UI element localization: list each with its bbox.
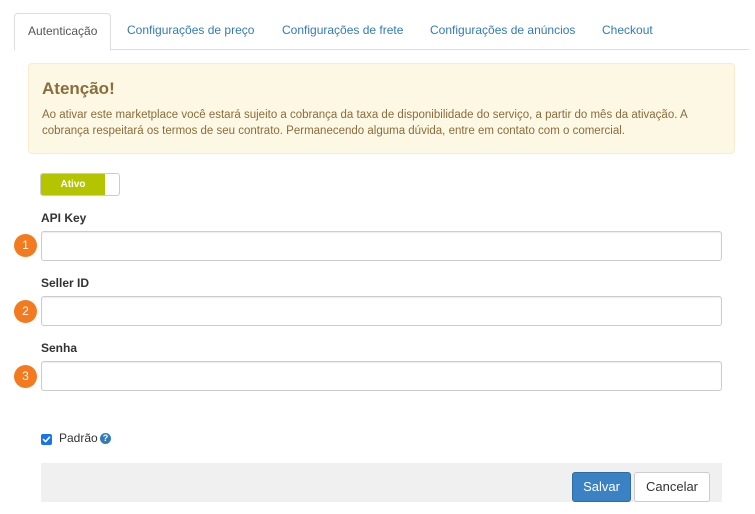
password-label: Senha xyxy=(41,341,78,355)
default-checkbox-label: Padrão xyxy=(59,431,98,445)
tab-configuracoes-de-frete[interactable]: Configurações de frete xyxy=(282,13,403,50)
cancel-button[interactable]: Cancelar xyxy=(634,472,710,502)
default-checkbox[interactable] xyxy=(41,434,52,445)
step-badge-3: 3 xyxy=(14,365,37,388)
save-button[interactable]: Salvar xyxy=(572,472,631,502)
seller-id-label: Seller ID xyxy=(41,276,90,290)
tab-autenticacao[interactable]: Autenticação xyxy=(14,13,112,51)
toggle-on-label: Ativo xyxy=(41,174,105,195)
tab-configuracoes-de-anuncios[interactable]: Configurações de anúncios xyxy=(430,13,575,50)
form-actions-bar: Salvar Cancelar xyxy=(41,463,722,502)
tab-configuracoes-de-preco[interactable]: Configurações de preço xyxy=(127,13,254,50)
checkmark-icon xyxy=(42,436,51,443)
tab-bar: Autenticação Configurações de preço Conf… xyxy=(14,13,749,51)
password-input[interactable] xyxy=(41,361,722,391)
question-circle-icon[interactable]: ? xyxy=(100,433,111,444)
step-badge-1: 1 xyxy=(14,234,37,257)
api-key-input[interactable] xyxy=(41,231,722,261)
alert-title: Atenção! xyxy=(42,79,115,98)
alert-message: Ao ativar este marketplace você estará s… xyxy=(42,109,688,137)
api-key-label: API Key xyxy=(41,211,87,225)
tab-checkout[interactable]: Checkout xyxy=(602,13,653,50)
active-toggle[interactable]: Ativo xyxy=(40,173,120,196)
seller-id-input[interactable] xyxy=(41,296,722,326)
step-badge-2: 2 xyxy=(14,300,37,323)
warning-alert: Atenção! Ao ativar este marketplace você… xyxy=(28,63,735,154)
